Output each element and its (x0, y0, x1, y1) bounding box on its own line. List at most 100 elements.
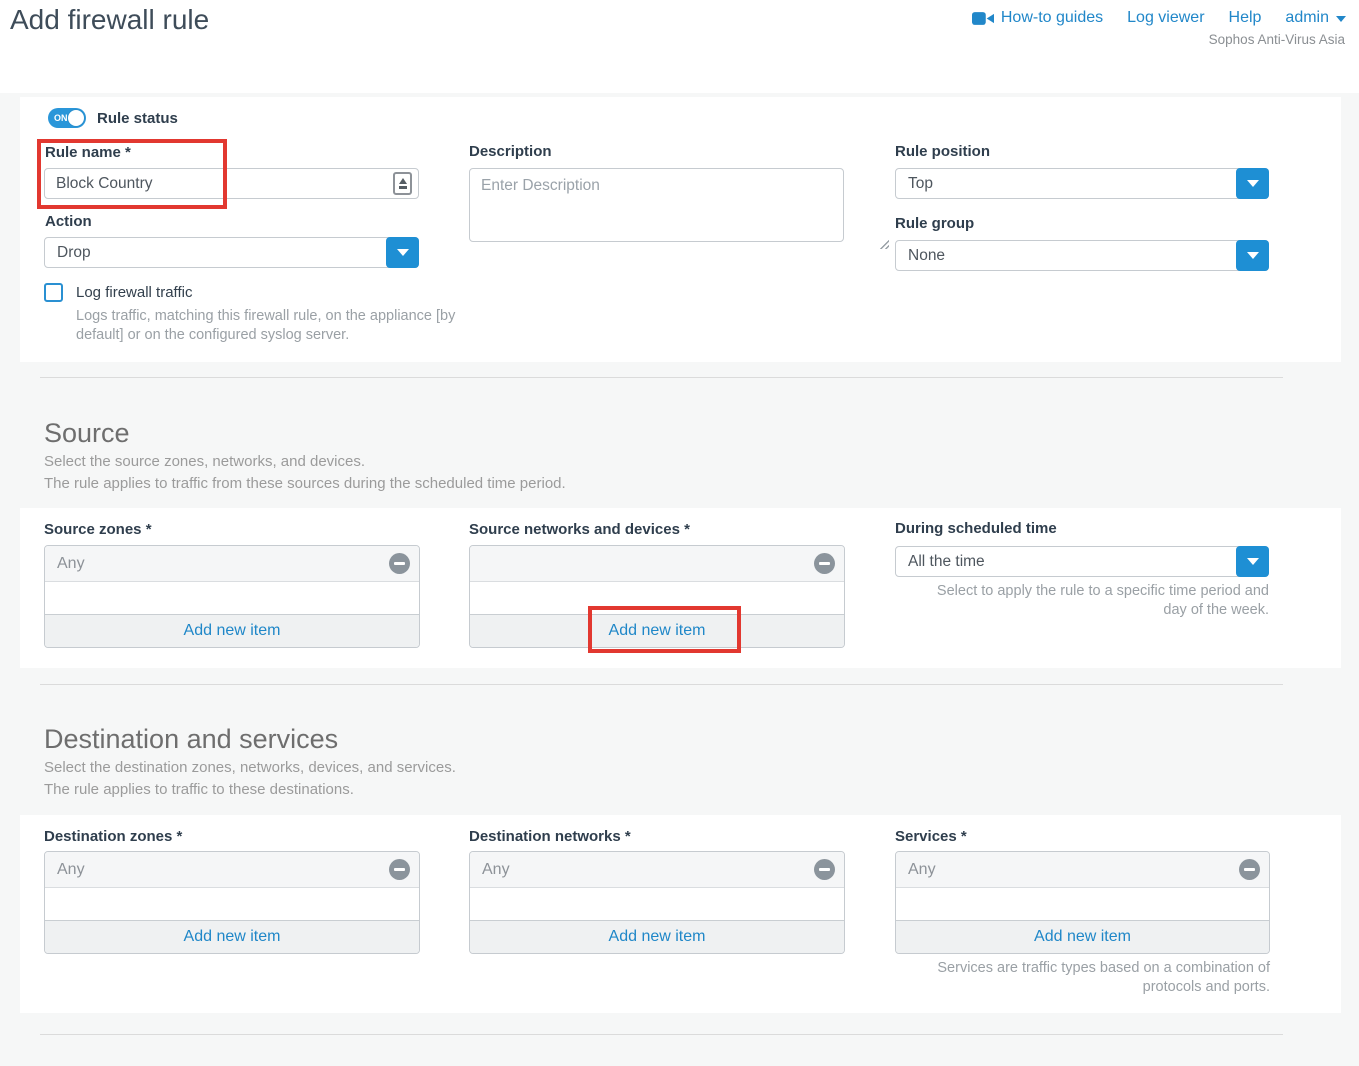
action-label: Action (45, 213, 92, 230)
help-label: Help (1229, 9, 1262, 27)
destination-desc-line2: The rule applies to traffic to these des… (44, 781, 354, 798)
rule-status-toggle[interactable]: ON (48, 108, 86, 128)
source-zones-box: Any Add new item (44, 545, 420, 648)
remove-item-icon[interactable] (814, 859, 835, 880)
services-hint-line2: protocols and ports. (895, 978, 1270, 997)
account-name: Sophos Anti-Virus Asia (1209, 32, 1345, 47)
dropdown-arrow-icon (1247, 252, 1259, 259)
rule-group-dropdown-button[interactable] (1236, 240, 1269, 271)
destination-card: Destination zones * Any Add new item Des… (20, 815, 1341, 1013)
log-traffic-hint-line1: Logs traffic, matching this firewall rul… (76, 307, 455, 326)
rule-name-label: Rule name * (45, 144, 131, 161)
toggle-on-label: ON (54, 113, 68, 123)
log-viewer-label: Log viewer (1127, 9, 1204, 27)
list-item: Any (45, 852, 419, 888)
item-spacer (896, 888, 1269, 920)
action-value: Drop (45, 244, 386, 262)
admin-label: admin (1285, 9, 1329, 27)
during-scheduled-time-label: During scheduled time (895, 520, 1057, 537)
remove-item-icon[interactable] (389, 859, 410, 880)
source-desc-line2: The rule applies to traffic from these s… (44, 475, 566, 492)
source-zones-add-new-item[interactable]: Add new item (45, 614, 419, 647)
schedule-hint-line2: day of the week. (895, 601, 1269, 620)
dropdown-arrow-icon (397, 249, 409, 256)
source-card: Source zones * Any Add new item Source n… (20, 508, 1341, 668)
destination-desc-line1: Select the destination zones, networks, … (44, 759, 456, 776)
general-settings-card: ON Rule status Rule name * Action Drop L… (20, 97, 1341, 362)
rule-group-label: Rule group (895, 215, 974, 232)
services-label: Services * (895, 828, 967, 845)
services-box: Any Add new item (895, 851, 1270, 954)
schedule-value: All the time (896, 553, 1236, 571)
help-link[interactable]: Help (1229, 9, 1262, 27)
dropdown-arrow-icon (1247, 558, 1259, 565)
destination-zones-add-new-item[interactable]: Add new item (45, 920, 419, 953)
destination-section-heading: Destination and services (44, 723, 338, 755)
destination-zones-item: Any (57, 861, 85, 879)
rule-position-value: Top (896, 175, 1236, 193)
top-nav: How-to guides Log viewer Help admin (972, 9, 1346, 27)
schedule-dropdown-button[interactable] (1236, 546, 1269, 577)
rule-group-value: None (896, 247, 1236, 265)
destination-zones-label: Destination zones * (44, 828, 182, 845)
rule-group-select[interactable]: None (895, 240, 1269, 271)
divider (40, 1034, 1283, 1035)
admin-menu[interactable]: admin (1285, 9, 1346, 27)
rule-name-field-wrap (44, 168, 419, 199)
howto-guides-label: How-to guides (1001, 9, 1103, 27)
list-item: Any (45, 546, 419, 582)
item-spacer (470, 582, 844, 614)
list-item (470, 546, 844, 582)
header: Add firewall rule How-to guides Log view… (0, 0, 1359, 93)
item-spacer (45, 888, 419, 920)
rule-position-dropdown-button[interactable] (1236, 168, 1269, 199)
textarea-resize-handle[interactable] (878, 238, 889, 249)
destination-networks-box: Any Add new item (469, 851, 845, 954)
item-spacer (45, 582, 419, 614)
destination-zones-box: Any Add new item (44, 851, 420, 954)
rule-position-label: Rule position (895, 143, 990, 160)
source-zones-item: Any (57, 555, 85, 573)
services-item: Any (908, 861, 936, 879)
rule-position-select[interactable]: Top (895, 168, 1269, 199)
item-spacer (470, 888, 844, 920)
autofill-icon[interactable] (393, 172, 412, 195)
source-zones-label: Source zones * (44, 521, 152, 538)
remove-item-icon[interactable] (389, 553, 410, 574)
divider (40, 377, 1283, 378)
page: Add firewall rule How-to guides Log view… (0, 0, 1359, 1066)
destination-networks-label: Destination networks * (469, 828, 631, 845)
list-item: Any (470, 852, 844, 888)
services-hint-line1: Services are traffic types based on a co… (895, 959, 1270, 978)
remove-item-icon[interactable] (814, 553, 835, 574)
video-camera-icon (972, 11, 994, 26)
rule-status-label: Rule status (97, 110, 178, 127)
toggle-knob (68, 110, 84, 126)
source-networks-label: Source networks and devices * (469, 521, 690, 538)
page-title: Add firewall rule (10, 4, 209, 36)
schedule-hint-line1: Select to apply the rule to a specific t… (895, 582, 1269, 601)
dropdown-arrow-icon (1247, 180, 1259, 187)
log-firewall-traffic-label: Log firewall traffic (76, 284, 192, 301)
log-firewall-traffic-checkbox[interactable] (44, 283, 63, 302)
chevron-down-icon (1336, 16, 1346, 22)
source-networks-add-new-item[interactable]: Add new item (470, 614, 844, 647)
action-dropdown-button[interactable] (386, 237, 419, 268)
source-networks-box: Add new item (469, 545, 845, 648)
rule-name-input[interactable] (44, 168, 419, 199)
action-select[interactable]: Drop (44, 237, 419, 268)
description-textarea[interactable] (469, 168, 844, 242)
howto-guides-link[interactable]: How-to guides (972, 9, 1103, 27)
source-section-heading: Source (44, 417, 130, 449)
log-traffic-hint-line2: default] or on the configured syslog ser… (76, 326, 349, 345)
log-viewer-link[interactable]: Log viewer (1127, 9, 1204, 27)
divider (40, 684, 1283, 685)
services-add-new-item[interactable]: Add new item (896, 920, 1269, 953)
destination-networks-add-new-item[interactable]: Add new item (470, 920, 844, 953)
schedule-select[interactable]: All the time (895, 546, 1269, 577)
remove-item-icon[interactable] (1239, 859, 1260, 880)
source-desc-line1: Select the source zones, networks, and d… (44, 453, 365, 470)
description-label: Description (469, 143, 552, 160)
list-item: Any (896, 852, 1269, 888)
destination-networks-item: Any (482, 861, 510, 879)
